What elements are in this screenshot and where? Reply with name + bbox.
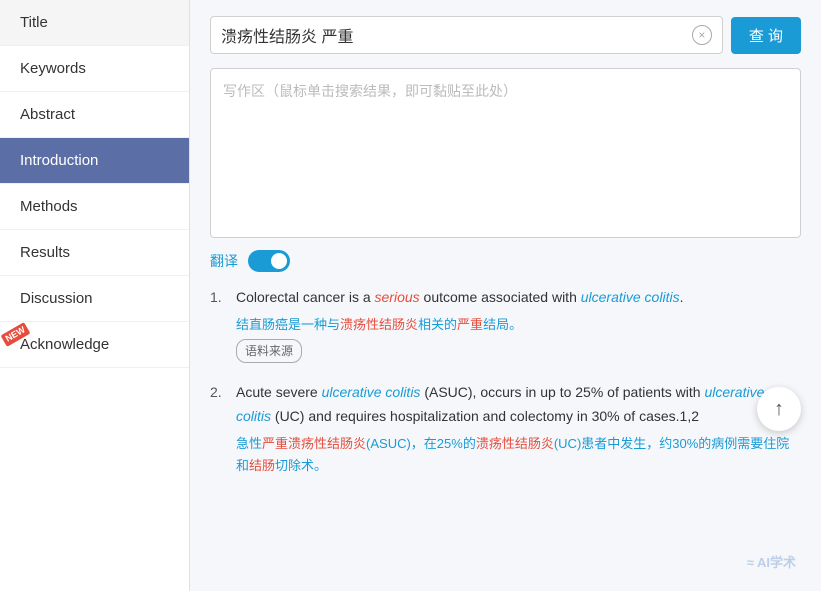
- writing-area[interactable]: 写作区（鼠标单击搜索结果，即可黏贴至此处）: [210, 68, 801, 238]
- list-item: 2. Acute severe ulcerative colitis (ASUC…: [210, 381, 801, 477]
- sidebar-item-label: Discussion: [20, 290, 93, 307]
- cn-keyword2: 严重: [457, 317, 483, 332]
- sidebar-item-acknowledge[interactable]: NEWAcknowledge: [0, 322, 189, 368]
- result-number: 1.: [210, 286, 228, 363]
- sidebar: Title Keywords Abstract Introduction Methods…: [0, 0, 190, 591]
- result-number: 2.: [210, 381, 228, 477]
- scroll-up-button[interactable]: ↑: [757, 387, 801, 431]
- search-query-text: 溃疡性结肠炎 严重: [221, 23, 692, 47]
- writing-area-placeholder: 写作区（鼠标单击搜索结果，即可黏贴至此处）: [223, 83, 517, 99]
- result-cn: 急性严重溃疡性结肠炎(ASUC)，在25%的溃疡性结肠炎(UC)患者中发生，约3…: [236, 433, 801, 477]
- result-cn: 结直肠癌是一种与溃疡性结肠炎相关的严重结局。: [236, 314, 683, 336]
- keyword-uc3: ulcerative colitis: [236, 384, 764, 424]
- cn-keyword1: 溃疡性结肠炎: [340, 317, 418, 332]
- sidebar-item-label: Acknowledge: [20, 336, 109, 353]
- sidebar-item-keywords[interactable]: Keywords: [0, 46, 189, 92]
- sidebar-item-discussion[interactable]: Discussion: [0, 276, 189, 322]
- scroll-up-icon: ↑: [774, 398, 784, 421]
- results-list: 1. Colorectal cancer is a serious outcom…: [210, 286, 801, 477]
- keyword-uc2: ulcerative colitis: [322, 384, 421, 400]
- source-tag[interactable]: 语料来源: [236, 339, 302, 363]
- sidebar-item-label: Methods: [20, 198, 78, 215]
- source-tag-wrap: 语料来源: [236, 336, 683, 363]
- cn-keyword3: 严重溃疡性结肠炎: [262, 436, 366, 451]
- sidebar-item-label: Keywords: [20, 60, 86, 77]
- sidebar-item-introduction[interactable]: Introduction: [0, 138, 189, 184]
- cn-keyword5: 结肠: [249, 458, 275, 473]
- sidebar-item-label: Introduction: [20, 152, 98, 169]
- sidebar-item-methods[interactable]: Methods: [0, 184, 189, 230]
- sidebar-item-label: Abstract: [20, 106, 75, 123]
- main-content: 溃疡性结肠炎 严重 × 查 询 写作区（鼠标单击搜索结果，即可黏贴至此处） 翻译…: [190, 0, 821, 591]
- cn-keyword4: 溃疡性结肠炎: [476, 436, 554, 451]
- list-item: 1. Colorectal cancer is a serious outcom…: [210, 286, 801, 363]
- keyword-serious: serious: [375, 289, 420, 305]
- sidebar-item-results[interactable]: Results: [0, 230, 189, 276]
- result-body: Acute severe ulcerative colitis (ASUC), …: [236, 381, 801, 477]
- search-button[interactable]: 查 询: [731, 17, 801, 54]
- translate-row: 翻译: [210, 250, 801, 272]
- result-body: Colorectal cancer is a serious outcome a…: [236, 286, 683, 363]
- sidebar-item-abstract[interactable]: Abstract: [0, 92, 189, 138]
- search-input-wrap: 溃疡性结肠炎 严重 ×: [210, 16, 723, 54]
- translate-toggle[interactable]: [248, 250, 290, 272]
- result-en: Colorectal cancer is a serious outcome a…: [236, 286, 683, 310]
- result-en: Acute severe ulcerative colitis (ASUC), …: [236, 381, 801, 429]
- sidebar-item-label: Title: [20, 14, 48, 31]
- search-bar: 溃疡性结肠炎 严重 × 查 询: [210, 16, 801, 54]
- sidebar-item-label: Results: [20, 244, 70, 261]
- search-clear-button[interactable]: ×: [692, 25, 712, 45]
- translate-label: 翻译: [210, 251, 238, 271]
- sidebar-item-title[interactable]: Title: [0, 0, 189, 46]
- keyword-uc1: ulcerative colitis: [581, 289, 680, 305]
